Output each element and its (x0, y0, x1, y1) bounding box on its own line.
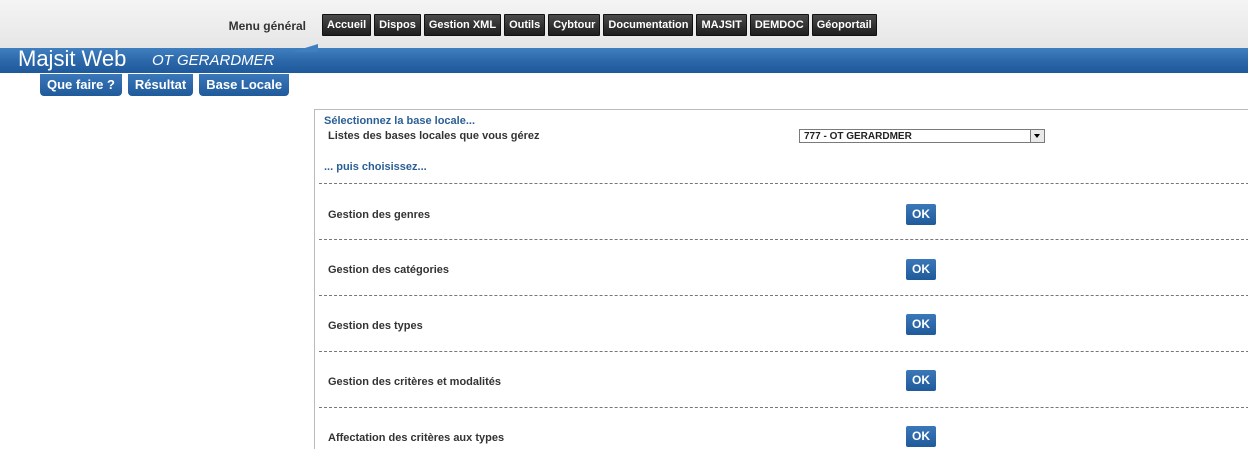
menu-general-label: Menu général (228, 19, 306, 33)
divider (319, 239, 1248, 240)
base-locale-panel: Sélectionnez la base locale... Listes de… (314, 109, 1248, 449)
tab-resultat[interactable]: Résultat (127, 74, 194, 96)
ok-button-criteres[interactable]: OK (906, 370, 936, 391)
menu-item-geoportail[interactable]: Géoportail (811, 14, 877, 36)
row-label-criteres: Gestion des critères et modalités (328, 376, 502, 388)
tab-base-locale[interactable]: Base Locale (199, 74, 290, 96)
choose-heading: ... puis choisissez... (324, 161, 427, 173)
bases-list-label: Listes des bases locales que vous gérez (328, 130, 540, 142)
row-label-affectation: Affectation des critères aux types (328, 432, 505, 444)
divider (319, 351, 1248, 352)
menu-item-documentation[interactable]: Documentation (603, 14, 694, 36)
divider (319, 295, 1248, 296)
menu-item-gestion-xml[interactable]: Gestion XML (423, 14, 502, 36)
row-label-types: Gestion des types (328, 320, 423, 332)
main-menu: Accueil Dispos Gestion XML Outils Cybtou… (322, 14, 877, 36)
menu-item-outils[interactable]: Outils (504, 14, 546, 36)
row-label-categories: Gestion des catégories (328, 264, 450, 276)
dropdown-arrow-icon[interactable] (1030, 130, 1044, 142)
divider (319, 407, 1248, 408)
top-menu-bar: Menu général Accueil Dispos Gestion XML … (0, 0, 1248, 48)
menu-item-accueil[interactable]: Accueil (322, 14, 372, 36)
menu-item-demdoc[interactable]: DEMDOC (749, 14, 809, 36)
base-locale-select[interactable]: 777 - OT GERARDMER (799, 129, 1045, 143)
divider (319, 183, 1248, 184)
ok-button-genres[interactable]: OK (906, 204, 936, 225)
ok-button-types[interactable]: OK (906, 314, 936, 335)
app-title: Majsit Web (18, 46, 127, 71)
selected-base-value: 777 - OT GERARDMER (804, 131, 912, 142)
sub-navigation: Que faire ? Résultat Base Locale (40, 74, 290, 96)
tab-que-faire[interactable]: Que faire ? (40, 74, 122, 96)
menu-item-cybtour[interactable]: Cybtour (548, 14, 601, 36)
ok-button-affectation[interactable]: OK (906, 426, 936, 447)
ok-button-categories[interactable]: OK (906, 259, 936, 280)
row-label-genres: Gestion des genres (328, 209, 431, 221)
menu-item-majsit[interactable]: MAJSIT (696, 14, 747, 36)
header-notch (292, 44, 318, 52)
app-subtitle: OT GERARDMER (152, 52, 275, 69)
select-base-heading: Sélectionnez la base locale... (324, 115, 476, 127)
menu-item-dispos[interactable]: Dispos (374, 14, 421, 36)
